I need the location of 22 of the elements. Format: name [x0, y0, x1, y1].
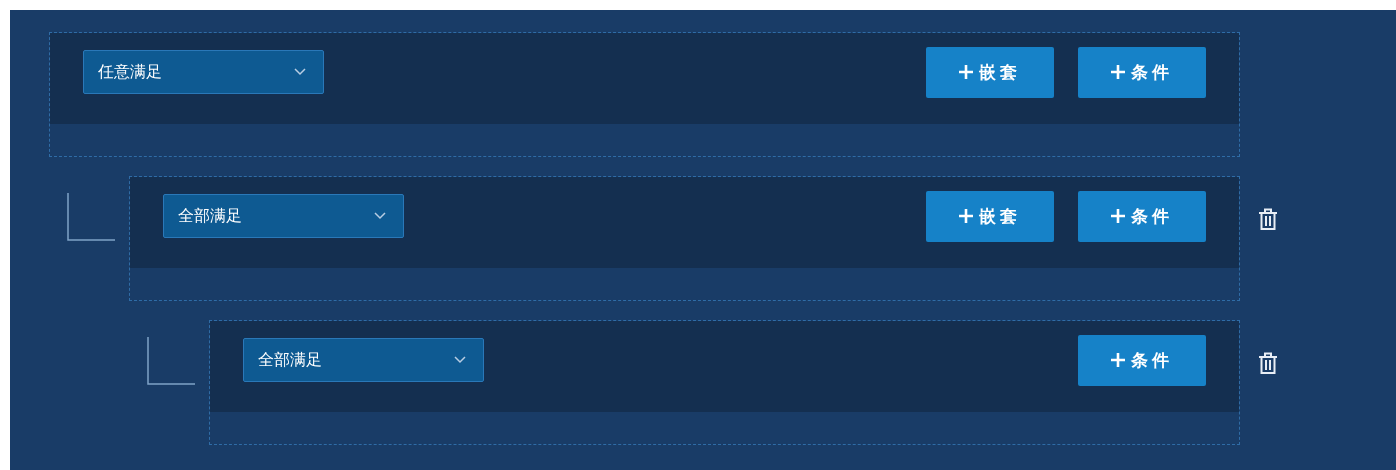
match-dropdown[interactable]: 全部满足: [163, 194, 404, 238]
match-dropdown[interactable]: 任意满足: [83, 50, 324, 94]
plus-icon: [959, 209, 973, 223]
caret-icon: [454, 356, 466, 364]
add-button[interactable]: 条件: [1078, 334, 1206, 386]
trash-icon: [1258, 352, 1278, 374]
connector-line: [67, 193, 115, 241]
add-button[interactable]: 嵌套: [926, 46, 1054, 98]
plus-icon: [959, 65, 973, 79]
add-button[interactable]: 嵌套: [926, 190, 1054, 242]
add-button[interactable]: 条件: [1078, 190, 1206, 242]
add-button[interactable]: 条件: [1078, 46, 1206, 98]
connector-line: [147, 337, 195, 385]
delete-button[interactable]: [1258, 352, 1278, 374]
match-dropdown[interactable]: 全部满足: [243, 338, 484, 382]
delete-button[interactable]: [1258, 208, 1278, 230]
caret-icon: [294, 68, 306, 76]
plus-icon: [1111, 65, 1125, 79]
plus-icon: [1111, 353, 1125, 367]
trash-icon: [1258, 208, 1278, 230]
plus-icon: [1111, 209, 1125, 223]
caret-icon: [374, 212, 386, 220]
